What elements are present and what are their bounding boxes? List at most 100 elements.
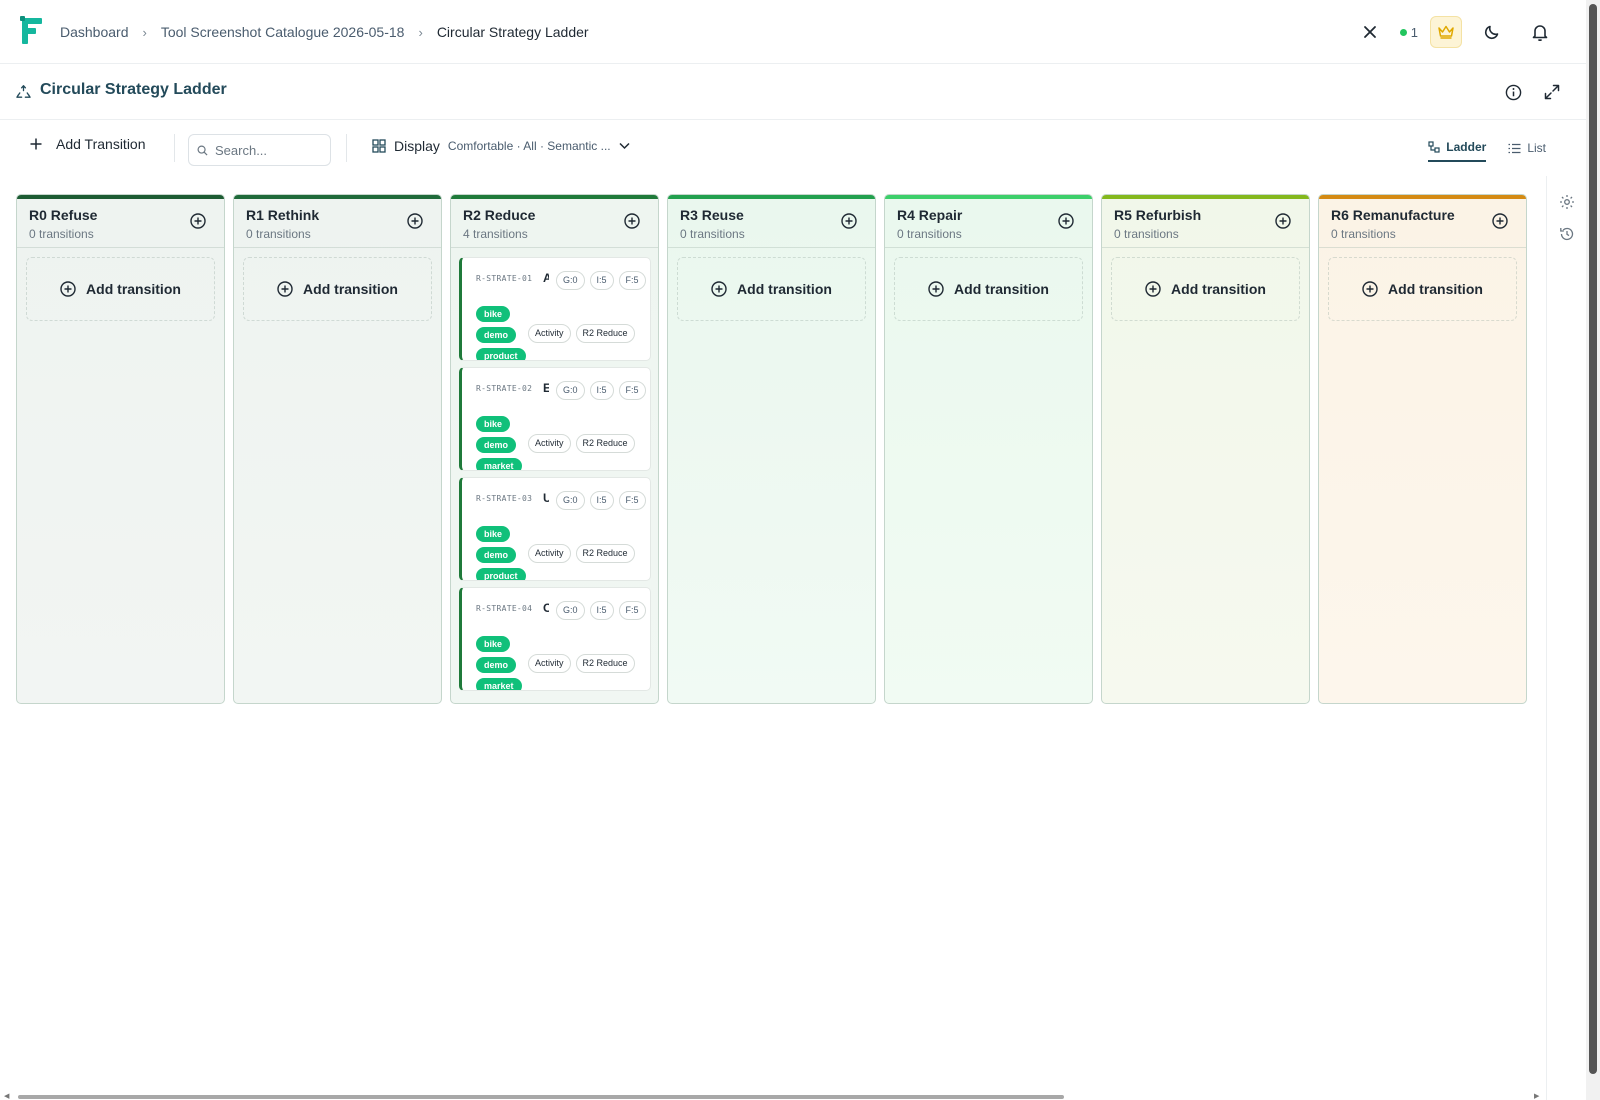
column-count: 0 transitions xyxy=(29,227,94,241)
moon-icon xyxy=(1484,25,1499,40)
column-count: 0 transitions xyxy=(1114,227,1179,241)
column-header: R4 Repair 0 transitions xyxy=(897,207,962,241)
scrollbar-thumb[interactable] xyxy=(18,1095,1064,1099)
column-add-icon[interactable] xyxy=(1492,213,1508,229)
add-transition-button[interactable]: Add Transition xyxy=(30,136,146,152)
settings-gear-icon[interactable] xyxy=(1559,194,1575,210)
column-add-icon[interactable] xyxy=(407,213,423,229)
info-button[interactable] xyxy=(1502,81,1524,103)
fullscreen-button[interactable] xyxy=(1541,81,1563,103)
column-add-icon[interactable] xyxy=(1275,213,1291,229)
tag-chip[interactable]: demo xyxy=(476,657,517,673)
column-add-icon[interactable] xyxy=(841,213,857,229)
metric-f: F:5 xyxy=(618,271,646,290)
transition-card[interactable]: R-STRATE-02 E G:0I:5F:5 bike demo market Activ… xyxy=(459,367,651,471)
vertical-scrollbar[interactable] xyxy=(1586,0,1600,1100)
tag-chip[interactable]: bike xyxy=(476,306,511,322)
transition-card[interactable]: R-STRATE-01 A G:0I:5F:5 bike demo productActi… xyxy=(459,257,651,361)
card-meta: Activity R2 Reduce xyxy=(528,544,635,563)
tag-chip[interactable]: product xyxy=(476,568,526,580)
add-transition-placeholder[interactable]: Add transition xyxy=(26,257,215,321)
tag-chip[interactable]: market xyxy=(476,458,522,470)
add-transition-placeholder[interactable]: Add transition xyxy=(677,257,866,321)
plus-circle-icon xyxy=(1145,281,1161,297)
column-divider xyxy=(1102,247,1309,248)
transition-card[interactable]: R-STRATE-03 U G:0I:5F:5 bike demo productActi… xyxy=(459,477,651,581)
online-users-indicator[interactable]: 1 xyxy=(1399,24,1418,40)
tag-chip[interactable]: market xyxy=(476,678,522,690)
upgrade-button[interactable] xyxy=(1430,16,1462,48)
history-icon[interactable] xyxy=(1559,226,1575,242)
add-transition-placeholder[interactable]: Add transition xyxy=(243,257,432,321)
view-switcher: Ladder List xyxy=(1428,140,1546,162)
tag-chip[interactable]: demo xyxy=(476,547,517,563)
search-icon xyxy=(197,145,208,156)
column-divider xyxy=(668,247,875,248)
tag-chip[interactable]: bike xyxy=(476,636,511,652)
plus-circle-icon xyxy=(60,281,76,297)
add-transition-label: Add transition xyxy=(1388,281,1483,297)
column-add-icon[interactable] xyxy=(1058,213,1074,229)
column-add-icon[interactable] xyxy=(190,213,206,229)
add-transition-placeholder[interactable]: Add transition xyxy=(1328,257,1517,321)
search-box[interactable] xyxy=(188,134,331,166)
online-count: 1 xyxy=(1410,24,1418,40)
display-label: Display xyxy=(394,138,440,154)
theme-toggle-button[interactable] xyxy=(1474,14,1510,50)
tag-chip[interactable]: bike xyxy=(476,526,511,542)
column-accent xyxy=(451,195,658,199)
column-name: R6 Remanufacture xyxy=(1331,207,1455,223)
app-logo[interactable] xyxy=(20,16,44,46)
page-header: Circular Strategy Ladder xyxy=(0,64,1586,120)
metric-f: F:5 xyxy=(618,491,646,510)
column-count: 0 transitions xyxy=(1331,227,1396,241)
column-header: R2 Reduce 4 transitions xyxy=(463,207,535,241)
card-id: R-STRATE-02 xyxy=(476,384,533,393)
add-transition-placeholder[interactable]: Add transition xyxy=(1111,257,1300,321)
tag-chip[interactable]: bike xyxy=(476,416,511,432)
display-options-dropdown[interactable]: Display Comfortable · All · Semantic ... xyxy=(372,138,630,154)
column-header: R6 Remanufacture 0 transitions xyxy=(1331,207,1455,241)
column-name: R4 Repair xyxy=(897,207,963,223)
metric-i: I:5 xyxy=(589,491,614,510)
breadcrumb-current: Circular Strategy Ladder xyxy=(436,24,589,40)
type-badge: Activity xyxy=(528,434,571,453)
scroll-left-icon[interactable]: ◀ xyxy=(4,1092,9,1100)
type-badge: Activity xyxy=(528,324,571,343)
horizontal-scrollbar[interactable]: ◀ ▶ xyxy=(0,1092,1546,1100)
tab-ladder-view[interactable]: Ladder xyxy=(1428,140,1487,162)
tag-chip[interactable]: demo xyxy=(476,437,517,453)
column-count: 4 transitions xyxy=(463,227,528,241)
card-meta: Activity R2 Reduce xyxy=(528,324,635,343)
level-badge: R2 Reduce xyxy=(575,544,635,563)
close-button[interactable] xyxy=(1352,14,1388,50)
breadcrumb-catalogue[interactable]: Tool Screenshot Catalogue 2026-05-18 xyxy=(161,24,405,40)
online-dot-icon xyxy=(1399,28,1407,36)
column-name: R5 Refurbish xyxy=(1114,207,1202,223)
ladder-column: R3 Reuse 0 transitions Add transition xyxy=(667,194,876,704)
scrollbar-thumb[interactable] xyxy=(1589,4,1597,1074)
tag-chip[interactable]: demo xyxy=(476,327,517,343)
scroll-right-icon[interactable]: ▶ xyxy=(1534,1092,1539,1100)
search-input[interactable] xyxy=(215,142,325,158)
column-accent xyxy=(885,195,1092,199)
card-id: R-STRATE-01 xyxy=(476,274,533,283)
column-header: R5 Refurbish 0 transitions xyxy=(1114,207,1201,241)
column-add-icon[interactable] xyxy=(624,213,640,229)
card-metrics: G:0 I:5 F:5 xyxy=(556,381,646,400)
column-accent xyxy=(668,195,875,199)
card-title: A xyxy=(543,271,549,285)
add-transition-placeholder[interactable]: Add transition xyxy=(894,257,1083,321)
notifications-button[interactable] xyxy=(1522,14,1558,50)
breadcrumb-dashboard[interactable]: Dashboard xyxy=(60,24,129,40)
card-metrics: G:0 I:5 F:5 xyxy=(556,491,646,510)
transition-card[interactable]: R-STRATE-04 C G:0I:5F:5 bike demo market Activ… xyxy=(459,587,651,691)
card-metrics: G:0 I:5 F:5 xyxy=(556,601,646,620)
metric-g: G:0 xyxy=(556,271,585,290)
add-transition-label: Add transition xyxy=(303,281,398,297)
column-accent xyxy=(234,195,441,199)
tab-list-view[interactable]: List xyxy=(1508,140,1546,162)
grid-icon xyxy=(372,139,386,153)
tag-chip[interactable]: product xyxy=(476,348,526,360)
ladder-column: R4 Repair 0 transitions Add transition xyxy=(884,194,1093,704)
